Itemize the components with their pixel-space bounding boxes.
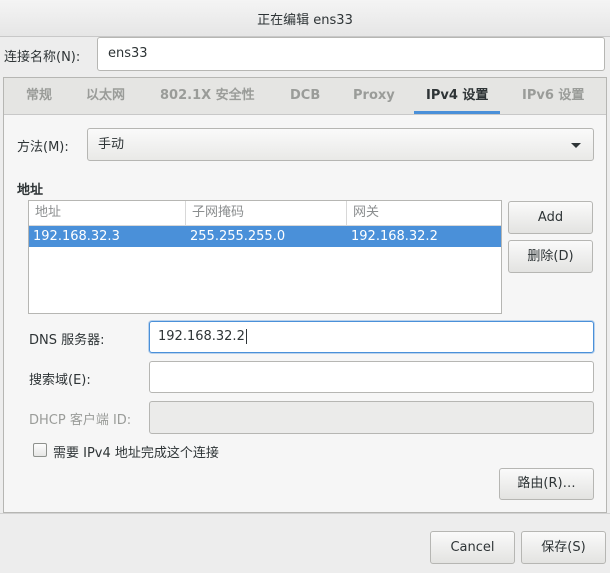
addresses-heading: 地址 [17,183,44,198]
chevron-down-icon [571,143,581,148]
tab-ethernet[interactable]: 以太网 [86,78,125,114]
dns-value: 192.168.32.2 [158,329,245,344]
window-titlebar: 正在编辑 ens33 [0,0,610,37]
tab-ipv6-settings[interactable]: IPv6 设置 [522,78,584,114]
dns-servers-input[interactable]: 192.168.32.2 [149,321,594,353]
search-domains-label: 搜索域(E): [29,373,91,388]
settings-panel: 常规 以太网 802.1X 安全性 DCB Proxy IPv4 设置 IPv6… [3,77,607,513]
tab-dcb[interactable]: DCB [290,78,320,114]
method-dropdown[interactable]: 手动 [87,128,594,161]
dhcp-client-id-input [149,401,594,434]
tab-8021x-security[interactable]: 802.1X 安全性 [160,78,255,114]
method-label: 方法(M): [17,140,69,155]
column-header-gateway[interactable]: 网关 [347,201,501,225]
cell-address[interactable]: 192.168.32.3 [29,226,120,247]
cell-netmask[interactable]: 255.255.255.0 [186,226,285,247]
routes-button[interactable]: 路由(R)… [499,468,594,500]
method-value: 手动 [98,137,125,152]
require-ipv4-checkbox[interactable] [33,443,47,457]
connection-name-input[interactable]: ens33 [97,37,605,71]
table-header: 地址 子网掩码 网关 [29,201,501,226]
tab-ipv4-settings[interactable]: IPv4 设置 [413,78,501,114]
window-title: 正在编辑 ens33 [257,12,353,28]
text-cursor [245,329,247,344]
column-header-address[interactable]: 地址 [29,201,186,225]
dns-label: DNS 服务器: [29,333,105,348]
require-ipv4-label[interactable]: 需要 IPv4 地址完成这个连接 [53,442,219,461]
save-button[interactable]: 保存(S) [521,531,606,564]
footer-divider [0,513,610,514]
add-button[interactable]: Add [508,201,593,234]
delete-button[interactable]: 删除(D) [508,240,593,273]
dhcp-client-id-label: DHCP 客户端 ID: [29,413,132,428]
tab-bar: 常规 以太网 802.1X 安全性 DCB Proxy IPv4 设置 IPv6… [4,78,606,115]
cancel-button[interactable]: Cancel [430,531,515,564]
cell-gateway[interactable]: 192.168.32.2 [347,226,438,247]
tab-proxy[interactable]: Proxy [353,78,395,114]
search-domains-input[interactable] [149,361,594,393]
column-header-netmask[interactable]: 子网掩码 [186,201,347,225]
address-table[interactable]: 地址 子网掩码 网关 192.168.32.3 255.255.255.0 19… [28,200,502,314]
connection-name-label: 连接名称(N): [4,50,81,65]
tab-general[interactable]: 常规 [26,78,52,114]
table-row[interactable]: 192.168.32.3 255.255.255.0 192.168.32.2 [29,226,501,247]
